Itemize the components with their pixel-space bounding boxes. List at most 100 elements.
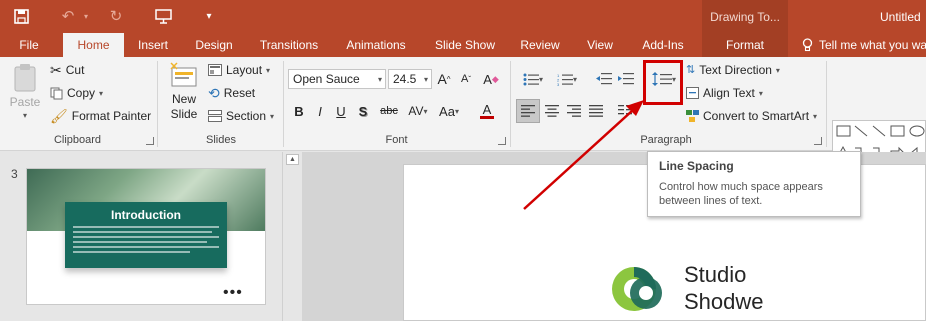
thumbnail-scrollbar[interactable]: ▲ (282, 152, 302, 321)
shrink-font-button[interactable]: Aˇ (458, 69, 474, 89)
clipboard-launcher-icon[interactable] (146, 137, 154, 145)
paintbrush-icon: 🖌 (50, 108, 68, 124)
italic-button[interactable]: I (313, 101, 327, 121)
studio-logo-text: Studio Shodwe (684, 261, 764, 315)
paragraph-group-label: Paragraph (640, 134, 692, 146)
columns-dropdown-icon: ▾ (631, 106, 636, 116)
align-text-icon (686, 87, 699, 99)
undo-dropdown-icon[interactable]: ▾ (80, 5, 92, 27)
align-text-button[interactable]: Align Text ▾ (686, 86, 763, 100)
save-icon[interactable] (10, 5, 32, 27)
change-case-dropdown-icon: ▾ (454, 106, 459, 116)
paste-button[interactable]: Paste ▾ (8, 63, 42, 120)
line-spacing-tooltip: Line Spacing Control how much space appe… (647, 151, 861, 217)
columns-button[interactable]: ▾ (612, 101, 642, 121)
increase-indent-icon (618, 73, 634, 85)
contextual-tab-title: Drawing To... (702, 0, 788, 33)
text-direction-label: Text Direction (699, 63, 772, 77)
align-text-dropdown-icon: ▾ (758, 88, 763, 98)
increase-indent-button[interactable] (616, 69, 636, 89)
decrease-indent-icon (596, 73, 612, 85)
character-spacing-button[interactable]: AV ▾ (404, 101, 432, 121)
smartart-icon (686, 110, 699, 122)
scroll-up-icon[interactable]: ▲ (286, 154, 299, 165)
justify-button[interactable] (586, 101, 606, 121)
new-slide-button[interactable]: New Slide (164, 61, 204, 121)
paste-label: Paste (9, 95, 41, 109)
section-icon (208, 110, 222, 122)
underline-button[interactable]: U (334, 101, 348, 121)
font-color-button[interactable]: A (474, 101, 500, 121)
align-right-icon (567, 105, 581, 117)
bullets-button[interactable]: ▾ (518, 69, 548, 89)
bullets-icon (523, 73, 539, 85)
scissors-icon: ✂ (50, 62, 62, 78)
title-bar: ↶ ▾ ↻ ▾ Drawing To... Untitled (0, 0, 926, 33)
tab-design[interactable]: Design (188, 33, 240, 57)
slide-number: 3 (11, 167, 18, 181)
redo-icon[interactable]: ↻ (106, 5, 126, 27)
tell-me-text: Tell me what you wa (819, 38, 926, 52)
thumbnail-title: Introduction (111, 208, 181, 222)
character-spacing-dropdown-icon: ▾ (423, 106, 428, 116)
logo-line-2: Shodwe (684, 289, 764, 314)
font-size-dropdown-icon[interactable]: ▾ (424, 75, 428, 84)
font-name-value: Open Sauce (293, 72, 360, 86)
tab-transitions[interactable]: Transitions (252, 33, 326, 57)
justify-icon (589, 105, 603, 117)
font-name-dropdown-icon[interactable]: ▾ (378, 75, 382, 84)
ribbon: Paste ▾ ✂ Cut Copy ▾ 🖌 Format Painter Cl… (0, 57, 926, 184)
tab-format[interactable]: Format (702, 33, 788, 57)
convert-to-smartart-button[interactable]: Convert to SmartArt ▾ (686, 109, 817, 123)
section-button[interactable]: Section ▾ (208, 109, 274, 123)
tab-insert[interactable]: Insert (130, 33, 176, 57)
tell-me-box[interactable]: Tell me what you wa (802, 33, 926, 57)
present-from-beginning-icon[interactable] (152, 5, 174, 27)
font-group-label: Font (385, 134, 408, 146)
copy-label: Copy (67, 86, 96, 100)
numbering-icon: 123 (557, 73, 573, 86)
section-dropdown-icon: ▾ (270, 111, 275, 121)
layout-button[interactable]: Layout ▾ (208, 63, 270, 77)
format-painter-button[interactable]: 🖌 Format Painter (50, 109, 151, 123)
tab-review[interactable]: Review (514, 33, 566, 57)
bold-button[interactable]: B (292, 101, 306, 121)
change-case-button[interactable]: Aa ▾ (434, 101, 464, 121)
copy-button[interactable]: Copy ▾ (50, 86, 103, 100)
tab-slide-show[interactable]: Slide Show (428, 33, 502, 57)
undo-icon[interactable]: ↶ (58, 5, 78, 27)
svg-text:3: 3 (557, 82, 560, 86)
font-color-swatch (480, 116, 494, 119)
align-left-icon (521, 105, 535, 117)
format-painter-label: Format Painter (71, 109, 152, 123)
slide-thumbnail[interactable]: Introduction ••• (26, 168, 266, 305)
shadow-button[interactable]: S (356, 101, 370, 121)
tab-file[interactable]: File (8, 33, 50, 57)
tab-animations[interactable]: Animations (338, 33, 414, 57)
numbering-button[interactable]: 123 ▾ (552, 69, 582, 89)
paragraph-launcher-icon[interactable] (814, 137, 822, 145)
text-direction-icon: ⇅ (686, 63, 696, 76)
decrease-indent-button[interactable] (594, 69, 614, 89)
clear-formatting-button[interactable]: A ◆ (482, 69, 500, 89)
font-name-combo[interactable]: Open Sauce ▾ (288, 69, 386, 89)
reset-button[interactable]: ⟲ Reset (208, 86, 255, 100)
paste-icon (14, 64, 36, 92)
text-direction-button[interactable]: ⇅ Text Direction ▾ (686, 63, 780, 77)
align-right-button[interactable] (564, 101, 584, 121)
font-size-combo[interactable]: 24.5 ▾ (388, 69, 432, 89)
align-center-button[interactable] (542, 101, 562, 121)
tab-home[interactable]: Home (63, 33, 124, 57)
strikethrough-button[interactable]: abc (377, 101, 401, 121)
font-launcher-icon[interactable] (498, 137, 506, 145)
cut-button[interactable]: ✂ Cut (50, 63, 84, 77)
tab-view[interactable]: View (580, 33, 620, 57)
thumbnail-dots: ••• (223, 284, 243, 301)
thumbnail-title-card: Introduction (65, 202, 227, 268)
align-text-label: Align Text (703, 86, 755, 100)
tab-add-ins[interactable]: Add-Ins (634, 33, 692, 57)
columns-icon (617, 105, 632, 115)
grow-font-button[interactable]: A ^ (436, 69, 452, 89)
customize-qat-icon[interactable]: ▾ (202, 5, 216, 27)
align-left-button[interactable] (516, 99, 540, 123)
